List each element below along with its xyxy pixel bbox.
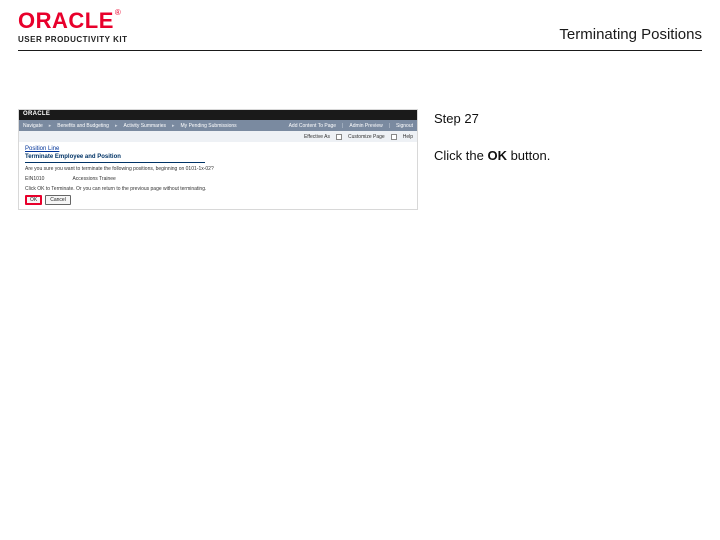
instruction-panel: Step 27 Click the OK button. (420, 109, 672, 210)
nav-item-activity[interactable]: Activity Summaries (123, 123, 166, 129)
brand-tm: ® (115, 8, 121, 17)
subnav-customize[interactable]: Customize Page (348, 134, 385, 140)
page-title: Terminating Positions (559, 26, 702, 43)
nav-item-benefits[interactable]: Benefits and Budgeting (57, 123, 109, 129)
nav-signout[interactable]: Signout (396, 123, 413, 129)
ok-button[interactable]: OK (25, 195, 42, 205)
panel-heading: Terminate Employee and Position (25, 154, 411, 161)
app-navbar: Navigate▸ Benefits and Budgeting▸ Activi… (19, 120, 417, 131)
checkbox-icon[interactable] (391, 134, 397, 140)
step-label: Step 27 (434, 111, 654, 126)
brand-sub-text: USER PRODUCTIVITY KIT (18, 35, 127, 44)
nav-add-content[interactable]: Add Content To Page (289, 123, 336, 129)
step-text-prefix: Click the (434, 148, 487, 163)
app-topbar-brand: ORACLE (23, 111, 50, 118)
nav-item-navigate[interactable]: Navigate (23, 123, 43, 129)
checkbox-icon[interactable] (336, 134, 342, 140)
step-instruction: Click the OK button. (434, 148, 654, 163)
action-hint: Click OK to Terminate. Or you can return… (25, 186, 411, 192)
app-subnav: Effective As Customize Page Help (19, 131, 417, 142)
app-body: Position Line Terminate Employee and Pos… (19, 142, 417, 209)
brand-logo: ORACLE® USER PRODUCTIVITY KIT (18, 8, 127, 44)
button-row: OK Cancel (25, 195, 411, 205)
confirm-text: Are you sure you want to terminate the f… (25, 166, 411, 172)
nav-item-pending[interactable]: My Pending Submissions (181, 123, 237, 129)
cancel-button[interactable]: Cancel (45, 195, 71, 205)
step-text-suffix: button. (507, 148, 550, 163)
header-divider (18, 50, 702, 51)
embedded-app-screenshot: ORACLE Navigate▸ Benefits and Budgeting▸… (18, 109, 418, 210)
step-text-bold: OK (487, 148, 507, 163)
position-title: Accessions Trainee (72, 176, 115, 182)
subnav-help[interactable]: Help (403, 134, 413, 140)
subnav-effective-label: Effective As (304, 134, 330, 140)
position-row: EIN1010 Accessions Trainee (25, 176, 411, 182)
breadcrumb[interactable]: Position Line (25, 146, 411, 153)
app-topbar: ORACLE (19, 110, 417, 120)
panel-divider (25, 162, 205, 163)
brand-main-text: ORACLE (18, 8, 114, 33)
position-code: EIN1010 (25, 176, 44, 182)
nav-admin-preview[interactable]: Admin Preview (349, 123, 382, 129)
